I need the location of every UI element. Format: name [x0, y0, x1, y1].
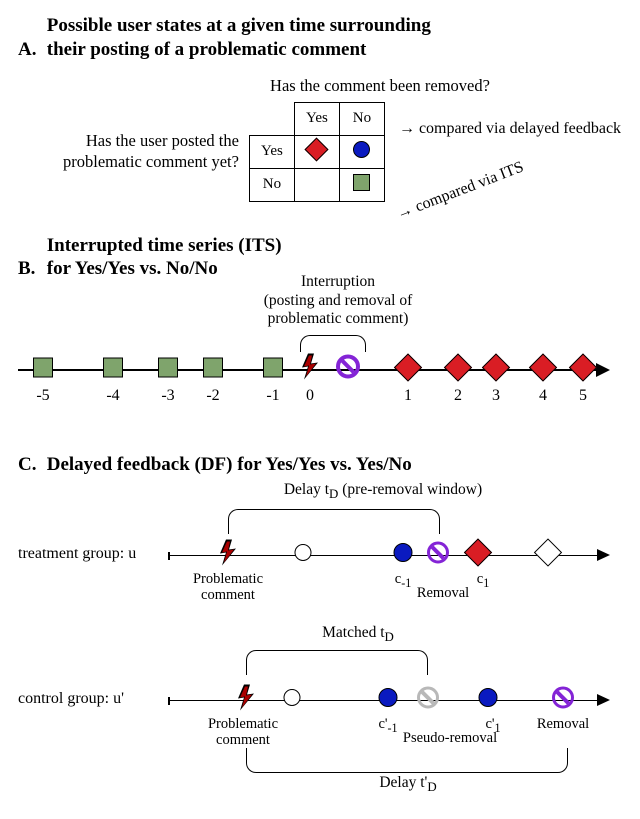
its-tick-2: 2 — [454, 387, 462, 405]
its-tick-m5: -5 — [36, 387, 49, 405]
circle-blue-icon — [479, 688, 498, 712]
its-point-4 — [533, 358, 553, 383]
cell-no-yes — [294, 168, 339, 201]
its-tick-0: 0 — [306, 387, 314, 405]
panel-c-title: Delayed feedback (DF) for Yes/Yes vs. Ye… — [47, 454, 412, 475]
cell-yes-no — [339, 135, 384, 168]
circle-blue-icon — [394, 543, 413, 567]
open-circle-icon — [284, 689, 301, 711]
its-tick-m2: -2 — [206, 387, 219, 405]
prohibit-icon — [552, 686, 574, 713]
its-axis-arrow — [596, 363, 610, 377]
treatment-group-label: treatment group: u — [18, 545, 136, 563]
diamond-red-icon — [468, 542, 488, 567]
pseudo-removal-label: Pseudo-removal — [403, 730, 497, 747]
its-point-3 — [486, 358, 506, 383]
its-point-5 — [573, 358, 593, 383]
diamond-red-icon — [305, 137, 329, 161]
interruption-label: Interruption (posting and removal of pro… — [238, 273, 438, 329]
delay-tpd-label: Delay t'D — [348, 774, 468, 795]
compared-delayed-feedback: → compared via delayed feedback — [399, 120, 621, 138]
c-1-label: c1 — [477, 571, 489, 591]
row-question: Has the user posted the problematic comm… — [19, 131, 239, 172]
cell-yes-yes — [294, 135, 339, 168]
its-tick-m4: -4 — [106, 387, 119, 405]
its-point-m3 — [158, 358, 178, 383]
its-tick-1: 1 — [404, 387, 412, 405]
row-yes: Yes — [249, 135, 294, 168]
panel-b-title-line1: Interrupted time series (ITS) — [47, 235, 282, 256]
treatment-row: Delay tD (pre-removal window) treatment … — [18, 477, 618, 622]
delay-td-brace — [228, 509, 440, 534]
state-table-area: Has the user posted the problematic comm… — [19, 102, 621, 202]
row-no: No — [249, 168, 294, 201]
col-yes: Yes — [294, 102, 339, 135]
problematic-comment-label-2: Problematic comment — [208, 716, 278, 749]
matched-td-label: Matched tD — [293, 624, 423, 645]
col-no: No — [339, 102, 384, 135]
panel-b-letter: B. — [18, 257, 42, 281]
cp-1-label: c'1 — [485, 716, 500, 736]
its-tick-3: 3 — [492, 387, 500, 405]
interruption-brace — [300, 335, 366, 352]
open-circle-icon — [295, 544, 312, 566]
diamond-open-icon — [538, 542, 558, 567]
treatment-axis-arrow — [597, 549, 610, 561]
removal-label-2: Removal — [537, 716, 589, 733]
control-axis-arrow — [597, 694, 610, 706]
control-group-label: control group: u' — [18, 690, 124, 708]
flash-icon — [218, 539, 238, 570]
cp-minus1-label: c'-1 — [378, 716, 397, 736]
its-tick-4: 4 — [539, 387, 547, 405]
its-point-m5 — [33, 358, 53, 383]
its-point-m4 — [103, 358, 123, 383]
problematic-comment-label: Problematic comment — [193, 571, 263, 604]
circle-blue-icon — [353, 141, 370, 158]
cell-no-no — [339, 168, 384, 201]
circle-blue-icon — [379, 688, 398, 712]
its-point-m2 — [203, 358, 223, 383]
matched-td-brace — [246, 650, 428, 675]
control-row: Matched tD control group: u' Problematic… — [18, 622, 618, 797]
its-point-m1 — [263, 358, 283, 383]
panel-a-title-line1: Possible user states at a given time sur… — [47, 15, 431, 36]
its-tick-m1: -1 — [266, 387, 279, 405]
square-green-icon — [353, 174, 370, 191]
panel-c-heading: C. Delayed feedback (DF) for Yes/Yes vs.… — [18, 453, 622, 477]
its-point-1 — [398, 358, 418, 383]
column-question: Has the comment been removed? — [270, 76, 490, 96]
delay-tpd-brace — [246, 748, 568, 773]
its-tick-m3: -3 — [161, 387, 174, 405]
c-minus1-label: c-1 — [395, 571, 412, 591]
its-tick-5: 5 — [579, 387, 587, 405]
state-table: Yes No Yes No — [249, 102, 385, 202]
delay-td-label: Delay tD (pre-removal window) — [253, 481, 513, 502]
its-point-2 — [448, 358, 468, 383]
panel-c-letter: C. — [18, 453, 42, 477]
panel-a-title-line2: their posting of a problematic comment — [47, 39, 367, 60]
prohibit-icon — [427, 541, 449, 568]
prohibit-icon — [336, 355, 360, 384]
flash-icon — [300, 354, 320, 385]
panel-a-body: Has the comment been removed? Has the us… — [18, 76, 622, 202]
removal-label: Removal — [417, 585, 469, 602]
flash-icon — [236, 684, 256, 715]
panel-b-title-line2: for Yes/Yes vs. No/No — [47, 258, 218, 279]
panel-a-heading: A. Possible user states at a given time … — [18, 14, 622, 62]
panel-a-letter: A. — [18, 38, 42, 62]
its-timeline: Interruption (posting and removal of pro… — [18, 291, 618, 421]
prohibit-gray-icon — [417, 686, 439, 713]
